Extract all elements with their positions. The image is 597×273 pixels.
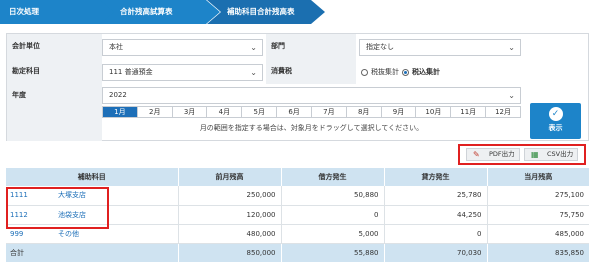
breadcrumb-trial-balance[interactable]: 合計残高試算表 — [100, 0, 220, 24]
account-select[interactable]: 111 普通預金 ⌄ — [102, 64, 263, 81]
total-prev: 850,000 — [177, 243, 281, 262]
filter-panel: 会計単位 本社 ⌄ 部門 指定なし ⌄ 勘定科目 111 普通預金 ⌄ 消費税 … — [6, 33, 589, 141]
header-prev-balance: 前月残高 — [178, 168, 282, 186]
month-12[interactable]: 12月 — [486, 107, 520, 117]
breadcrumb: 日次処理 合計残高試算表 補助科目合計残高表 — [0, 0, 597, 24]
csv-export-label: CSV出力 — [547, 150, 574, 158]
row-prev: 120,000 — [177, 205, 281, 225]
total-debit: 55,880 — [280, 243, 384, 262]
account-value: 111 普通預金 — [109, 68, 153, 76]
export-buttons-highlight: ✎ PDF出力 ▦ CSV出力 — [458, 144, 586, 165]
month-4[interactable]: 4月 — [207, 107, 243, 117]
company-unit-select[interactable]: 本社 ⌄ — [102, 39, 263, 56]
header-sub-account: 補助科目 — [6, 168, 179, 186]
header-credit: 貸方発生 — [384, 168, 488, 186]
month-selector: 1月 2月 3月 4月 5月 6月 7月 8月 9月 10月 11月 12月 — [102, 106, 521, 118]
tax-excluded-label: 税抜集計 — [371, 68, 399, 76]
month-7[interactable]: 7月 — [311, 107, 347, 117]
row-current: 75,750 — [486, 205, 589, 225]
month-5[interactable]: 5月 — [242, 107, 278, 117]
breadcrumb-daily-processing[interactable]: 日次処理 — [0, 0, 118, 24]
row-current: 485,000 — [486, 224, 589, 244]
pdf-export-button[interactable]: ✎ PDF出力 — [466, 148, 520, 161]
tax-included-radio[interactable]: 税込集計 — [402, 67, 440, 77]
department-select[interactable]: 指定なし ⌄ — [359, 39, 521, 56]
show-button[interactable]: ✓ 表示 — [530, 103, 581, 139]
month-3[interactable]: 3月 — [172, 107, 208, 117]
month-6[interactable]: 6月 — [277, 107, 312, 117]
chevron-down-icon: ⌄ — [250, 68, 257, 77]
tax-label: 消費税 — [266, 59, 356, 84]
row-debit: 0 — [280, 205, 384, 225]
total-label: 合計 — [6, 243, 178, 262]
pdf-export-label: PDF出力 — [489, 150, 515, 158]
row-credit: 25,780 — [383, 186, 487, 206]
year-label: 年度 — [7, 84, 102, 141]
month-1[interactable]: 1月 — [103, 107, 138, 117]
row-prev: 480,000 — [177, 224, 281, 244]
row-prev: 250,000 — [177, 186, 281, 206]
tax-excluded-radio[interactable]: 税抜集計 — [361, 67, 399, 77]
account-label: 勘定科目 — [7, 59, 102, 84]
chevron-down-icon: ⌄ — [250, 43, 257, 52]
row-debit: 50,880 — [280, 186, 384, 206]
table-total-row: 合計 850,000 55,880 70,030 835,850 — [6, 243, 589, 262]
company-unit-value: 本社 — [109, 43, 123, 51]
department-value: 指定なし — [366, 43, 394, 51]
csv-export-button[interactable]: ▦ CSV出力 — [524, 148, 578, 161]
year-select[interactable]: 2022 ⌄ — [102, 87, 521, 104]
row-credit: 44,250 — [383, 205, 487, 225]
header-debit: 借方発生 — [281, 168, 385, 186]
sub-account-rows-highlight — [6, 187, 109, 229]
total-credit: 70,030 — [383, 243, 487, 262]
check-icon: ✓ — [548, 107, 563, 121]
header-current-balance: 当月残高 — [487, 168, 589, 186]
row-debit: 5,000 — [280, 224, 384, 244]
year-value: 2022 — [109, 91, 127, 99]
tax-included-label: 税込集計 — [412, 68, 440, 76]
company-unit-label: 会計単位 — [7, 34, 102, 59]
month-8[interactable]: 8月 — [346, 107, 382, 117]
month-9[interactable]: 9月 — [381, 107, 417, 117]
breadcrumb-sub-account-balance: 補助科目合計残高表 — [207, 0, 325, 24]
month-10[interactable]: 10月 — [416, 107, 452, 117]
row-credit: 0 — [383, 224, 487, 244]
radio-off-icon — [361, 68, 368, 76]
month-2[interactable]: 2月 — [137, 107, 173, 117]
department-label: 部門 — [266, 34, 356, 59]
month-range-hint: 月の範囲を指定する場合は、対象月をドラッグして選択してください。 — [199, 124, 424, 132]
chevron-down-icon: ⌄ — [508, 43, 515, 52]
table-header-row: 補助科目 前月残高 借方発生 貸方発生 当月残高 — [6, 168, 589, 186]
total-current: 835,850 — [486, 243, 589, 262]
month-11[interactable]: 11月 — [451, 107, 487, 117]
radio-on-icon — [402, 68, 409, 76]
pdf-icon: ✎ — [473, 150, 480, 159]
chevron-down-icon: ⌄ — [508, 91, 515, 100]
row-current: 275,100 — [486, 186, 589, 206]
show-button-label: 表示 — [548, 124, 563, 132]
csv-icon: ▦ — [531, 150, 539, 159]
